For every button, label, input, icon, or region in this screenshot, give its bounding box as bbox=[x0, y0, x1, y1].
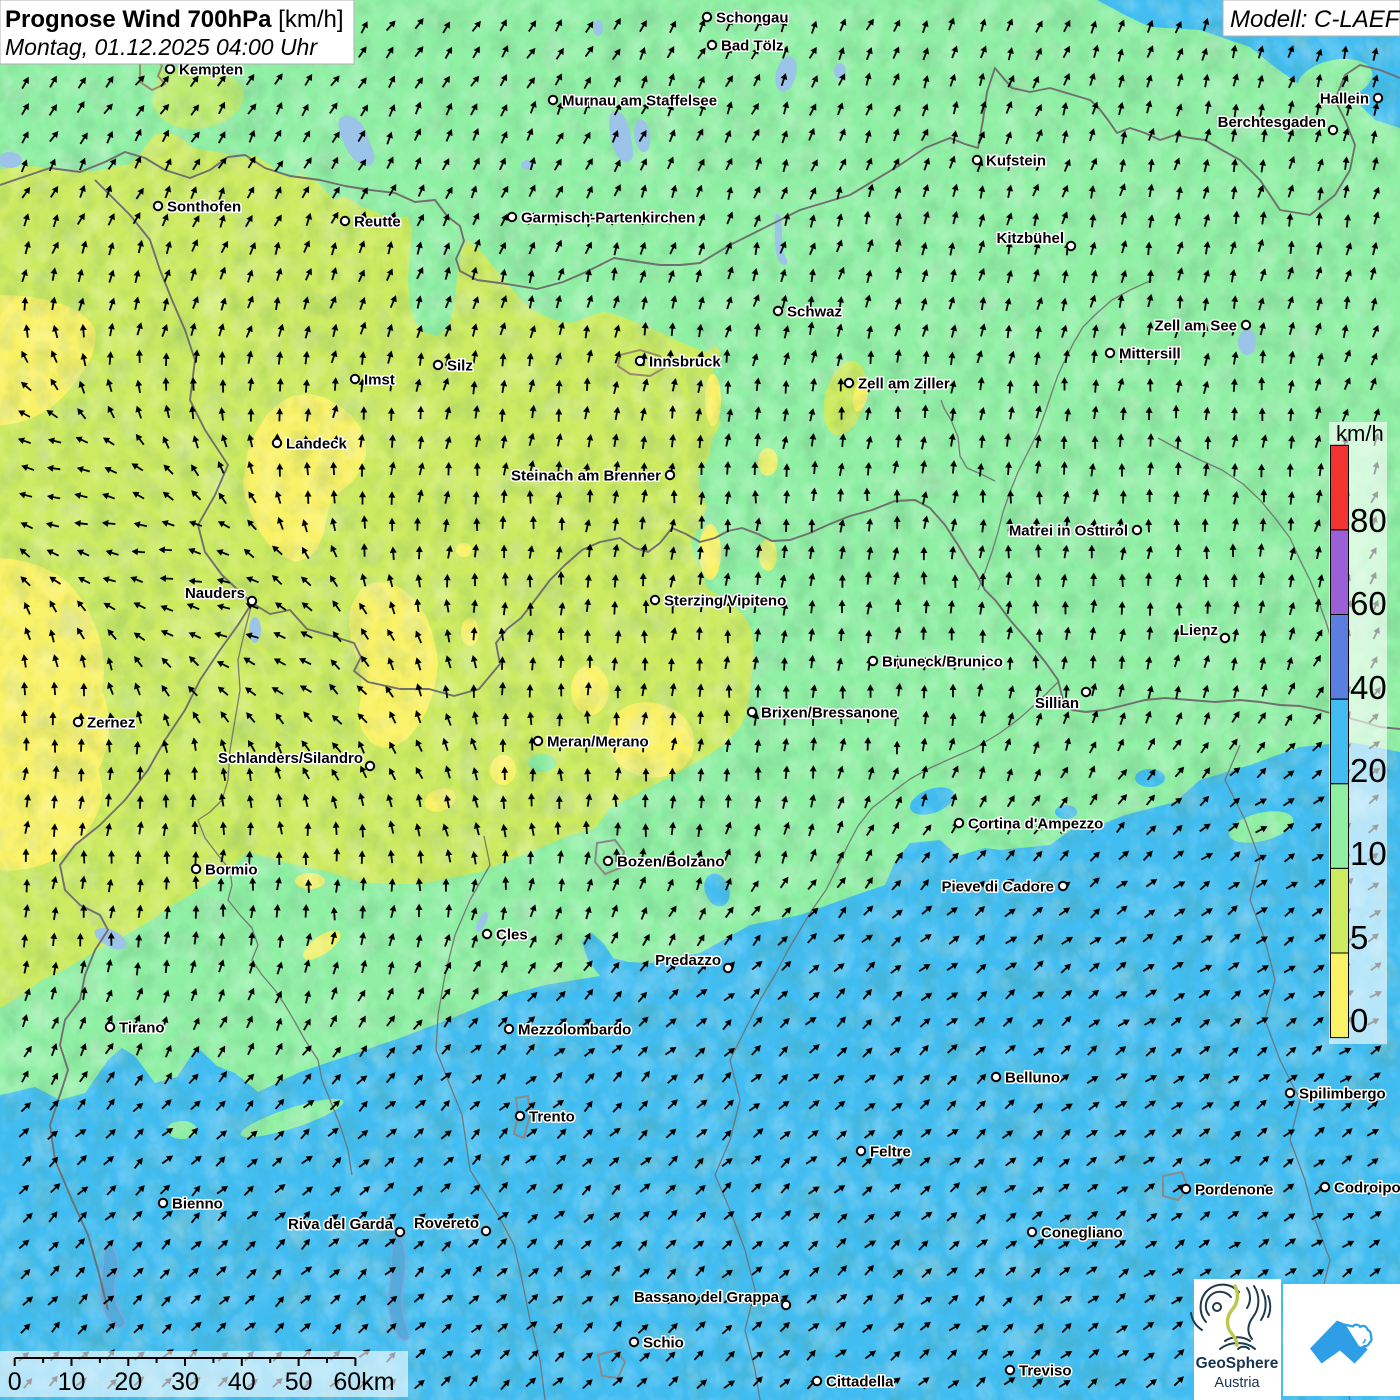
svg-text:Trento: Trento bbox=[529, 1109, 575, 1126]
svg-text:Predazzo: Predazzo bbox=[655, 952, 721, 969]
svg-text:Steinach am Brenner: Steinach am Brenner bbox=[511, 468, 661, 485]
svg-text:Sonthofen: Sonthofen bbox=[167, 199, 241, 216]
svg-text:Bormio: Bormio bbox=[205, 862, 258, 879]
svg-text:50: 50 bbox=[285, 1368, 313, 1396]
svg-text:5: 5 bbox=[1350, 919, 1368, 956]
svg-text:Sillian: Sillian bbox=[1035, 695, 1079, 712]
svg-text:Zell am See: Zell am See bbox=[1154, 318, 1237, 335]
svg-text:Rovereto: Rovereto bbox=[414, 1215, 479, 1232]
svg-text:Montag, 01.12.2025 04:00 Uhr: Montag, 01.12.2025 04:00 Uhr bbox=[5, 34, 318, 60]
svg-text:Innsbruck: Innsbruck bbox=[649, 354, 721, 371]
svg-text:Lienz: Lienz bbox=[1180, 622, 1218, 639]
svg-text:Schongau: Schongau bbox=[716, 10, 789, 27]
svg-text:40: 40 bbox=[1350, 669, 1387, 706]
svg-text:Murnau am Staffelsee: Murnau am Staffelsee bbox=[562, 93, 717, 110]
svg-text:Spilimbergo: Spilimbergo bbox=[1299, 1086, 1386, 1103]
svg-text:0: 0 bbox=[1350, 1002, 1368, 1039]
svg-text:Meran/Merano: Meran/Merano bbox=[547, 734, 649, 751]
svg-text:0: 0 bbox=[8, 1368, 22, 1396]
svg-text:Nauders: Nauders bbox=[185, 585, 245, 602]
svg-text:Schio: Schio bbox=[643, 1335, 684, 1352]
svg-text:Landeck: Landeck bbox=[286, 436, 348, 453]
svg-text:Cortina d'Ampezzo: Cortina d'Ampezzo bbox=[968, 816, 1103, 833]
svg-text:40: 40 bbox=[228, 1368, 256, 1396]
svg-text:Conegliano: Conegliano bbox=[1041, 1225, 1123, 1242]
svg-text:Mittersill: Mittersill bbox=[1119, 346, 1181, 363]
svg-text:Mezzolombardo: Mezzolombardo bbox=[518, 1022, 631, 1039]
svg-text:Schwaz: Schwaz bbox=[787, 304, 842, 321]
svg-text:30: 30 bbox=[171, 1368, 199, 1396]
svg-text:60: 60 bbox=[1350, 585, 1387, 622]
svg-text:Zernez: Zernez bbox=[87, 715, 135, 732]
svg-text:Prognose Wind 700hPa [km/h]: Prognose Wind 700hPa [km/h] bbox=[5, 6, 344, 33]
svg-text:Belluno: Belluno bbox=[1005, 1070, 1060, 1087]
svg-text:Modell: C-LAEF: Modell: C-LAEF bbox=[1230, 6, 1400, 33]
svg-text:Hallein: Hallein bbox=[1320, 91, 1369, 108]
svg-text:60km: 60km bbox=[333, 1368, 394, 1396]
svg-text:Cles: Cles bbox=[496, 927, 528, 944]
svg-text:Pieve di Cadore: Pieve di Cadore bbox=[941, 879, 1054, 896]
svg-text:Austria: Austria bbox=[1214, 1375, 1260, 1391]
svg-text:Reutte: Reutte bbox=[354, 214, 401, 231]
svg-text:Imst: Imst bbox=[364, 372, 395, 389]
svg-text:Garmisch-Partenkirchen: Garmisch-Partenkirchen bbox=[521, 210, 695, 227]
svg-text:Tirano: Tirano bbox=[119, 1020, 165, 1037]
svg-text:Feltre: Feltre bbox=[870, 1144, 911, 1161]
svg-text:Zell am Ziller: Zell am Ziller bbox=[858, 376, 950, 393]
svg-text:Matrei in Osttirol: Matrei in Osttirol bbox=[1009, 523, 1128, 540]
svg-text:Bozen/Bolzano: Bozen/Bolzano bbox=[617, 854, 725, 871]
svg-text:Kitzbühel: Kitzbühel bbox=[997, 230, 1065, 247]
svg-text:GeoSphere: GeoSphere bbox=[1196, 1355, 1279, 1372]
svg-text:Silz: Silz bbox=[447, 358, 473, 375]
svg-text:Bassano del Grappa: Bassano del Grappa bbox=[634, 1289, 780, 1306]
svg-text:km/h: km/h bbox=[1336, 421, 1384, 446]
svg-text:Bad Tölz: Bad Tölz bbox=[721, 38, 784, 55]
svg-text:20: 20 bbox=[1350, 752, 1387, 789]
svg-text:Riva del Garda: Riva del Garda bbox=[288, 1216, 394, 1233]
svg-text:80: 80 bbox=[1350, 502, 1387, 539]
svg-text:Brixen/Bressanone: Brixen/Bressanone bbox=[761, 705, 898, 722]
svg-text:Schlanders/Silandro: Schlanders/Silandro bbox=[218, 750, 363, 767]
svg-text:Codroipo: Codroipo bbox=[1334, 1180, 1400, 1197]
svg-text:Bienno: Bienno bbox=[172, 1196, 223, 1213]
svg-text:20: 20 bbox=[114, 1368, 142, 1396]
svg-text:Kufstein: Kufstein bbox=[986, 153, 1046, 170]
svg-text:10: 10 bbox=[1350, 835, 1387, 872]
svg-text:Treviso: Treviso bbox=[1019, 1363, 1072, 1380]
svg-text:10: 10 bbox=[58, 1368, 86, 1396]
svg-text:Pordenone: Pordenone bbox=[1195, 1182, 1273, 1199]
svg-text:Sterzing/Vipiteno: Sterzing/Vipiteno bbox=[664, 593, 786, 610]
svg-text:Cittadella: Cittadella bbox=[826, 1374, 894, 1391]
svg-text:Bruneck/Brunico: Bruneck/Brunico bbox=[882, 654, 1003, 671]
svg-text:Berchtesgaden: Berchtesgaden bbox=[1218, 114, 1326, 131]
